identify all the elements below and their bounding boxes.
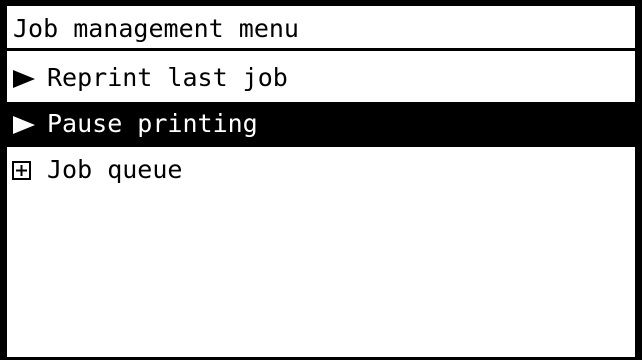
menu-item-reprint-last-job[interactable]: Reprint last job (7, 56, 635, 101)
menu-title-bar: Job management menu (7, 6, 635, 51)
arrow-right-icon (11, 68, 37, 90)
menu-item-label: Reprint last job (47, 63, 288, 92)
printer-lcd-screen: Job management menu Reprint last job Pau… (0, 0, 642, 360)
menu-item-pause-printing[interactable]: Pause printing (7, 102, 635, 147)
expand-plus-icon (11, 160, 37, 182)
menu-item-label: Pause printing (47, 109, 258, 138)
menu-item-job-queue[interactable]: Job queue (7, 148, 635, 193)
arrow-right-icon (11, 114, 37, 136)
menu-title: Job management menu (13, 14, 299, 43)
menu-item-label: Job queue (47, 155, 183, 184)
